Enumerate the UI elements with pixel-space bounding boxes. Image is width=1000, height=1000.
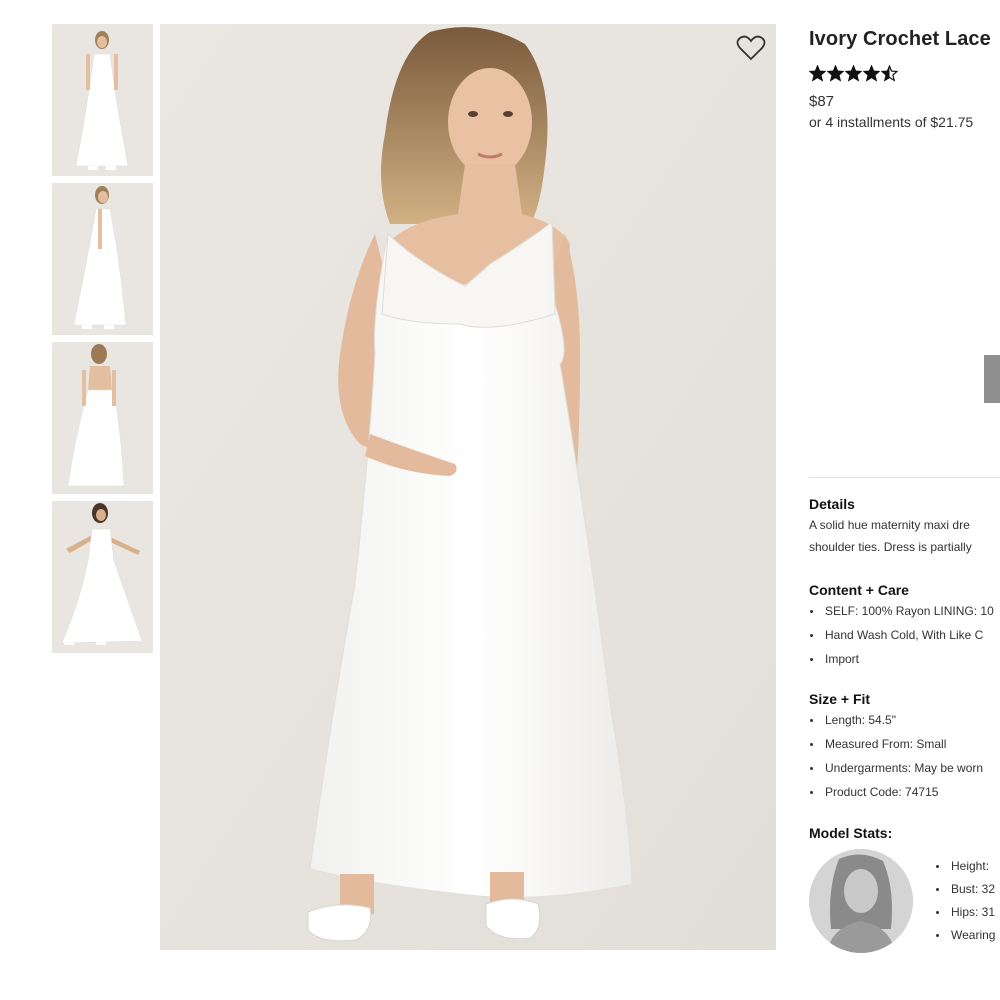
list-item: Undergarments: May be worn: [809, 759, 983, 783]
details-line: A solid hue maternity maxi dre: [809, 518, 970, 532]
star-half-icon: [881, 65, 898, 82]
list-item: Length: 54.5": [809, 711, 983, 735]
thumbnail-back[interactable]: [52, 342, 153, 494]
main-product-image[interactable]: [160, 24, 776, 950]
details-line: shoulder ties. Dress is partially: [809, 540, 972, 554]
divider: [809, 477, 1000, 478]
model-stats-list: Height: Bust: 32 Hips: 31 Wearing: [935, 857, 995, 949]
details-section: Details A solid hue maternity maxi dre s…: [809, 496, 972, 558]
list-item: Height:: [935, 857, 995, 880]
list-item: Bust: 32: [935, 880, 995, 903]
list-item: Wearing: [935, 926, 995, 949]
star-full-icon: [863, 65, 880, 82]
size-fit-section: Size + Fit Length: 54.5" Measured From: …: [809, 691, 983, 807]
list-item: Measured From: Small: [809, 735, 983, 759]
model-stats-heading: Model Stats:: [809, 825, 893, 841]
thumbnail-side[interactable]: [52, 183, 153, 335]
thumbnail-front[interactable]: [52, 24, 153, 176]
thumbnail-image: [52, 342, 153, 494]
favorite-heart-icon[interactable]: [736, 34, 766, 62]
thumbnail-list: [52, 24, 153, 660]
product-price: $87: [809, 93, 835, 110]
model-avatar: [809, 849, 913, 953]
rating-stars[interactable]: [809, 65, 1000, 83]
model-photo: [160, 24, 776, 950]
content-care-section: Content + Care SELF: 100% Rayon LINING: …: [809, 582, 994, 674]
details-text: A solid hue maternity maxi dre shoulder …: [809, 514, 972, 558]
list-item: Hand Wash Cold, With Like C: [809, 626, 994, 650]
thumbnail-front-arms-out[interactable]: [52, 501, 153, 653]
model-stats-section: Model Stats: Height: Bust: 32 Hips: 31 W…: [809, 825, 995, 953]
thumbnail-image: [52, 501, 153, 653]
size-fit-heading: Size + Fit: [809, 691, 871, 707]
star-full-icon: [827, 65, 844, 82]
details-heading: Details: [809, 496, 855, 512]
product-title: Ivory Crochet Lace: [809, 28, 991, 50]
list-item: Import: [809, 650, 994, 674]
thumbnail-image: [52, 24, 153, 176]
product-info: Ivory Crochet Lace $87 or 4 installments…: [809, 24, 1000, 1000]
list-item: SELF: 100% Rayon LINING: 10: [809, 602, 994, 626]
installment-text: or 4 installments of $21.75: [809, 114, 974, 130]
star-full-icon: [809, 65, 826, 82]
list-item: Hips: 31: [935, 903, 995, 926]
star-full-icon: [845, 65, 862, 82]
content-care-list: SELF: 100% Rayon LINING: 10 Hand Wash Co…: [809, 602, 994, 674]
content-care-heading: Content + Care: [809, 582, 909, 598]
add-to-bag-button[interactable]: [984, 355, 1000, 403]
size-fit-list: Length: 54.5" Measured From: Small Under…: [809, 711, 983, 807]
thumbnail-image: [52, 183, 153, 335]
list-item: Product Code: 74715: [809, 783, 983, 807]
